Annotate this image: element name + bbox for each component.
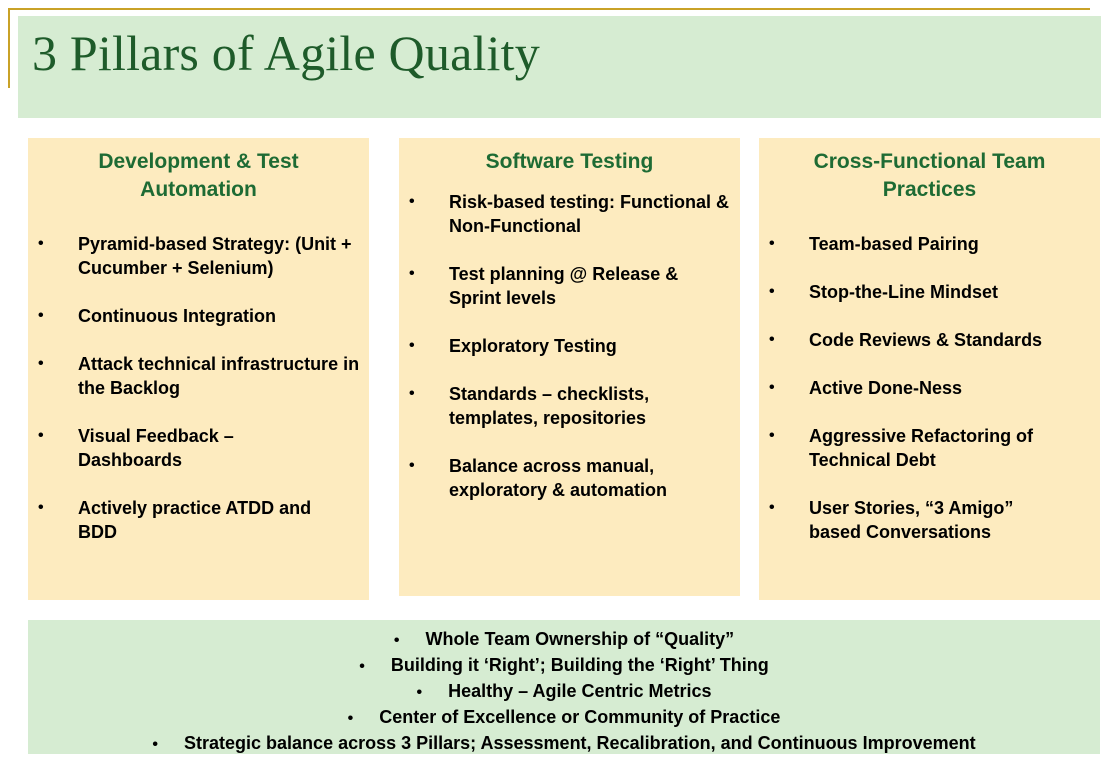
foundation-item-text: Whole Team Ownership of “Quality” bbox=[425, 629, 735, 649]
list-item: • Aggressive Refactoring of Technical Deb… bbox=[759, 424, 1100, 472]
bullet-icon: • bbox=[416, 684, 423, 701]
list-item-text: Aggressive Refactoring of Technical Debt bbox=[809, 426, 1034, 470]
pillar-list: • Team-based Pairing • Stop-the-Line Minds… bbox=[759, 232, 1100, 544]
bullet-icon: • bbox=[409, 193, 415, 210]
title-bar: 3 Pillars of Agile Quality bbox=[18, 16, 1101, 118]
list-item-text: Attack technical infrastructure in the B… bbox=[78, 354, 360, 398]
foundation-box: • Whole Team Ownership of “Quality” • Buil… bbox=[28, 620, 1100, 754]
list-item: • Test planning @ Release & Sprint levels bbox=[399, 262, 740, 310]
list-item-text: Code Reviews & Standards bbox=[809, 330, 1043, 350]
pillar-heading: Development & Test Automation bbox=[98, 150, 299, 201]
bullet-icon: • bbox=[409, 457, 415, 474]
list-item: • Exploratory Testing bbox=[399, 334, 740, 358]
bullet-icon: • bbox=[409, 265, 415, 282]
bullet-icon: • bbox=[769, 331, 775, 348]
slide-title: 3 Pillars of Agile Quality bbox=[32, 25, 540, 81]
list-item: • Visual Feedback – Dashboards bbox=[28, 424, 369, 472]
list-item-text: Balance across manual, exploratory & aut… bbox=[449, 456, 668, 500]
foundation-item-text: Center of Excellence or Community of Pra… bbox=[379, 707, 781, 727]
list-item: • Actively practice ATDD and BDD bbox=[28, 496, 369, 544]
list-item: • Standards – checklists, templates, repo… bbox=[399, 382, 740, 430]
foundation-item: • Strategic balance across 3 Pillars; Ass… bbox=[28, 731, 1100, 757]
foundation-list: • Whole Team Ownership of “Quality” • Buil… bbox=[28, 627, 1100, 757]
side-rule bbox=[8, 8, 10, 88]
pillar-dev-test-automation: Development & Test Automation • Pyramid-b… bbox=[28, 138, 369, 600]
pillar-list: • Pyramid-based Strategy: (Unit + Cucumbe… bbox=[28, 232, 369, 544]
bullet-icon: • bbox=[769, 427, 775, 444]
list-item: • Attack technical infrastructure in the … bbox=[28, 352, 369, 400]
foundation-item: • Healthy – Agile Centric Metrics bbox=[28, 679, 1100, 705]
foundation-item-text: Building it ‘Right’; Building the ‘Right… bbox=[390, 655, 769, 675]
bullet-icon: • bbox=[769, 379, 775, 396]
list-item-text: Team-based Pairing bbox=[809, 234, 979, 254]
bullet-icon: • bbox=[38, 427, 44, 444]
bullet-icon: • bbox=[359, 658, 365, 675]
list-item: • Code Reviews & Standards bbox=[759, 328, 1100, 352]
list-item: • Pyramid-based Strategy: (Unit + Cucumbe… bbox=[28, 232, 369, 280]
bullet-icon: • bbox=[38, 355, 44, 372]
list-item-text: Test planning @ Release & Sprint levels bbox=[449, 264, 679, 308]
pillar-cross-functional: Cross-Functional Team Practices • Team-ba… bbox=[759, 138, 1100, 600]
foundation-item: • Building it ‘Right’; Building the ‘Righ… bbox=[28, 653, 1100, 679]
top-rule bbox=[8, 8, 1090, 10]
pillar-heading: Software Testing bbox=[485, 150, 654, 173]
list-item: • Active Done-Ness bbox=[759, 376, 1100, 400]
foundation-item: • Whole Team Ownership of “Quality” bbox=[28, 627, 1100, 653]
list-item: • User Stories, “3 Amigo” based Conversat… bbox=[759, 496, 1100, 544]
foundation-item: • Center of Excellence or Community of Pr… bbox=[28, 705, 1100, 731]
list-item-text: User Stories, “3 Amigo” based Conversati… bbox=[809, 498, 1014, 542]
foundation-item-text: Strategic balance across 3 Pillars; Asse… bbox=[184, 733, 976, 753]
list-item-text: Active Done-Ness bbox=[809, 378, 963, 398]
bullet-icon: • bbox=[409, 337, 415, 354]
list-item-text: Actively practice ATDD and BDD bbox=[78, 498, 312, 542]
bullet-icon: • bbox=[769, 283, 775, 300]
bullet-icon: • bbox=[38, 307, 44, 324]
pillar-software-testing: Software Testing • Risk-based testing: Fu… bbox=[399, 138, 740, 596]
list-item: • Continuous Integration bbox=[28, 304, 369, 328]
list-item-text: Risk-based testing: Functional & Non-Fun… bbox=[449, 192, 730, 236]
bullet-icon: • bbox=[347, 710, 354, 727]
bullet-icon: • bbox=[769, 235, 775, 252]
bullet-icon: • bbox=[393, 632, 400, 649]
list-item-text: Visual Feedback – Dashboards bbox=[78, 426, 234, 470]
bullet-icon: • bbox=[38, 235, 44, 252]
pillar-heading: Cross-Functional Team Practices bbox=[813, 150, 1046, 201]
bullet-icon: • bbox=[409, 385, 415, 402]
bullet-icon: • bbox=[769, 499, 775, 516]
bullet-icon: • bbox=[38, 499, 44, 516]
list-item-text: Continuous Integration bbox=[78, 306, 276, 326]
list-item-text: Standards – checklists, templates, repos… bbox=[449, 384, 650, 428]
list-item-text: Stop-the-Line Mindset bbox=[809, 282, 998, 302]
pillar-list: • Risk-based testing: Functional & Non-Fu… bbox=[399, 190, 740, 502]
foundation-item-text: Healthy – Agile Centric Metrics bbox=[448, 681, 712, 701]
list-item: • Team-based Pairing bbox=[759, 232, 1100, 256]
list-item-text: Pyramid-based Strategy: (Unit + Cucumber… bbox=[78, 234, 352, 278]
bullet-icon: • bbox=[152, 736, 159, 753]
list-item: • Balance across manual, exploratory & au… bbox=[399, 454, 740, 502]
list-item-text: Exploratory Testing bbox=[449, 336, 617, 356]
list-item: • Risk-based testing: Functional & Non-Fu… bbox=[399, 190, 740, 238]
list-item: • Stop-the-Line Mindset bbox=[759, 280, 1100, 304]
